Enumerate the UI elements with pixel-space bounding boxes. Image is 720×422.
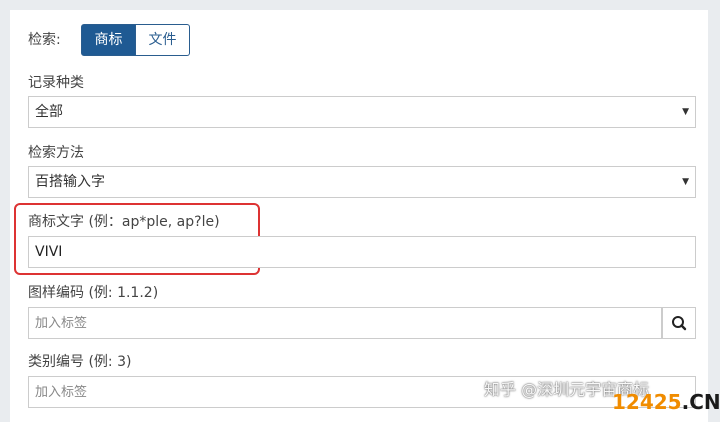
site-watermark-suffix: .CN bbox=[681, 390, 720, 414]
design-code-label: 图样编码 (例: 1.1.2) bbox=[28, 285, 159, 301]
site-watermark-number: 12425 bbox=[612, 390, 682, 414]
search-method-value: 百搭输入字 bbox=[35, 174, 105, 190]
site-watermark: 12425.CN bbox=[612, 390, 720, 414]
caret-down-icon: ▼ bbox=[682, 107, 689, 117]
design-code-search-button[interactable] bbox=[662, 307, 696, 339]
class-number-label: 类别编号 (例: 3) bbox=[28, 354, 132, 370]
trademark-text-input[interactable]: VIVI bbox=[28, 236, 696, 268]
design-code-input[interactable]: 加入标签 bbox=[28, 307, 662, 339]
trademark-text-value: VIVI bbox=[35, 244, 63, 260]
search-label: 检索: bbox=[28, 32, 61, 48]
caret-down-icon: ▼ bbox=[682, 177, 689, 187]
search-icon bbox=[672, 316, 687, 331]
tab-documents[interactable]: 文件 bbox=[136, 24, 190, 56]
record-type-value: 全部 bbox=[35, 104, 63, 120]
record-type-label: 记录种类 bbox=[28, 75, 84, 91]
search-method-label: 检索方法 bbox=[28, 145, 84, 161]
class-number-placeholder: 加入标签 bbox=[35, 385, 88, 400]
design-code-placeholder: 加入标签 bbox=[35, 316, 88, 331]
trademark-text-label: 商标文字 (例：ap*ple, ap?le) bbox=[28, 214, 220, 230]
tab-trademark[interactable]: 商标 bbox=[81, 24, 136, 56]
search-method-select[interactable]: 百搭输入字 ▼ bbox=[28, 166, 696, 198]
record-type-select[interactable]: 全部 ▼ bbox=[28, 96, 696, 128]
